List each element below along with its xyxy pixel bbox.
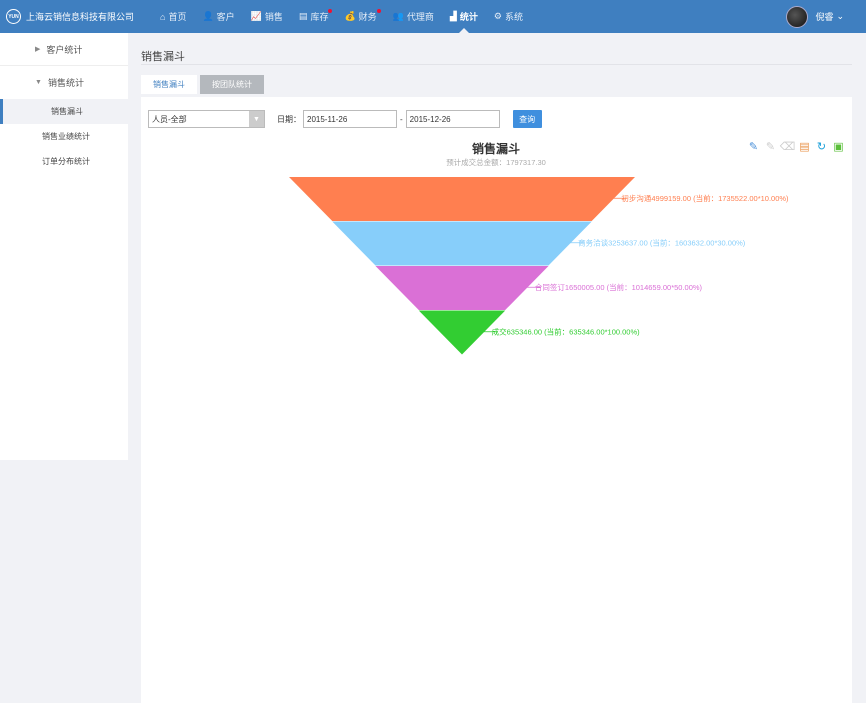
funnel-chart: 初步沟通4999159.00 (当前：1735522.00*10.00%) 商务洽… <box>289 177 789 355</box>
funnel-segment[interactable] <box>289 177 635 221</box>
funnel-label: 初步沟通4999159.00 (当前：1735522.00*10.00%) <box>621 193 789 203</box>
funnel-label: 成交635346.00 (当前：635346.00*100.00%) <box>492 326 641 336</box>
funnel-label: 合同签订1650005.00 (当前：1014659.00*50.00%) <box>535 282 703 292</box>
funnel-segment[interactable] <box>332 221 592 266</box>
funnel-label: 商务洽谈3253637.00 (当前：1603632.00*30.00%) <box>578 237 746 247</box>
funnel-segment[interactable] <box>375 266 549 310</box>
